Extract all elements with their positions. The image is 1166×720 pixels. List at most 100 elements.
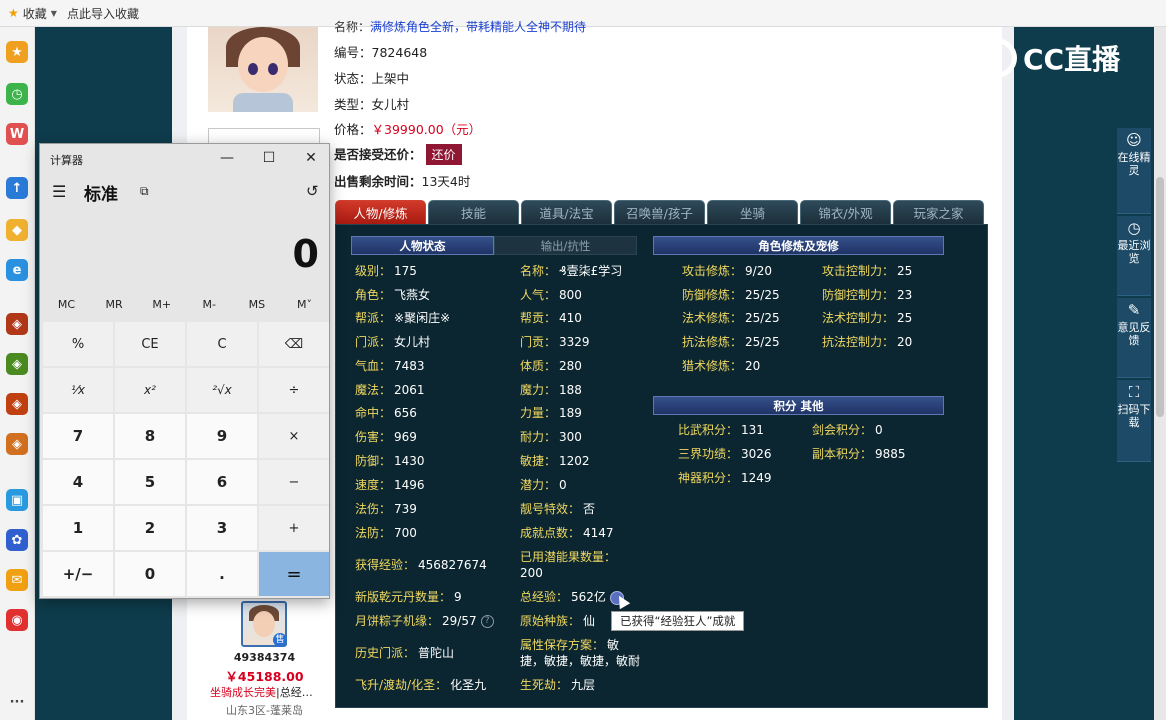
stat-value: 200	[520, 566, 543, 580]
app-icon-2[interactable]: ◈	[6, 353, 28, 375]
stat-key: 获得经验：	[355, 558, 416, 572]
close-button[interactable]: ✕	[296, 148, 326, 168]
maximize-button[interactable]: ☐	[254, 148, 284, 168]
keep-on-top-icon[interactable]: ⧉	[140, 184, 149, 199]
item-haggle: 是否接受还价： 还价	[334, 144, 462, 165]
seller-id: 49384374	[233, 651, 296, 664]
browser-icon[interactable]: e	[6, 259, 28, 281]
digit-8-button[interactable]: 8	[115, 414, 185, 458]
minimize-button[interactable]: —	[212, 148, 242, 168]
haggle-button[interactable]: 还价	[425, 144, 462, 165]
square-button[interactable]: x²	[115, 368, 185, 412]
mem-list-button[interactable]: M˅	[281, 298, 328, 311]
scan-download-button[interactable]: ⛶ 扫码下载	[1117, 380, 1151, 462]
avatar-eye-left	[248, 63, 258, 75]
stat-sword-points: 剑会积分： 0	[812, 423, 883, 438]
mem-store-button[interactable]: MS	[233, 298, 280, 311]
stat-value: 189	[559, 406, 582, 420]
stat-key: 法防：	[355, 526, 392, 540]
clock-icon: ◷	[1127, 219, 1141, 237]
tab-skills[interactable]: 技能	[428, 200, 519, 224]
tag-total-exp: 总经…	[279, 686, 313, 699]
stat-key: 新版乾元丹数量：	[355, 590, 452, 604]
import-label: 点此导入收藏	[66, 6, 139, 21]
weibo-icon[interactable]: ◉	[6, 609, 28, 631]
percent-button[interactable]: %	[43, 322, 113, 366]
mem-add-button[interactable]: M+	[138, 298, 185, 311]
stat-value: 300	[559, 430, 582, 444]
plus-button[interactable]: +	[259, 506, 329, 550]
video-icon[interactable]: ▣	[6, 489, 28, 511]
mail-icon[interactable]: ✉	[6, 569, 28, 591]
tab-pets[interactable]: 召唤兽/孩子	[614, 200, 705, 224]
stat-value: 800	[559, 288, 582, 302]
digit-0-button[interactable]: 0	[115, 552, 185, 596]
tab-items[interactable]: 道具/法宝	[521, 200, 612, 224]
digit-7-button[interactable]: 7	[43, 414, 113, 458]
import-bookmarks-link[interactable]: 点此导入收藏	[67, 5, 139, 22]
item-price: 价格：￥39990.00（元）	[334, 119, 481, 138]
digit-9-button[interactable]: 9	[187, 414, 257, 458]
stat-origin-race: 原始种族：仙	[520, 614, 595, 629]
paw-icon[interactable]: ✿	[6, 529, 28, 551]
app-icon-1[interactable]: ◈	[6, 313, 28, 335]
scrollbar-thumb[interactable]	[1156, 177, 1164, 417]
favorites-icon[interactable]: ★	[6, 41, 28, 63]
app-icon-4[interactable]: ◈	[6, 433, 28, 455]
stat-key: 帮派：	[355, 311, 392, 325]
browser-side-bar: ★ ◷ W ↑ ◆ e ◈ ◈ ◈ ◈ ▣ ✿ ✉ ◉ ···	[0, 27, 35, 720]
cc-live-logo: CC直播	[975, 38, 1120, 78]
seller-card[interactable]: 售 49384374 ￥45188.00 坐骑成长完美|总经… 山东3区-蓬莱岛	[206, 598, 323, 720]
upload-icon[interactable]: ↑	[6, 177, 28, 199]
stat-key: 神器积分：	[678, 471, 739, 485]
tab-home[interactable]: 玩家之家	[893, 200, 984, 224]
page-scrollbar[interactable]	[1154, 27, 1166, 720]
equals-button[interactable]: =	[259, 552, 329, 596]
clear-button[interactable]: C	[187, 322, 257, 366]
tab-outfits[interactable]: 锦衣/外观	[800, 200, 891, 224]
tab-mounts[interactable]: 坐骑	[707, 200, 798, 224]
backspace-button[interactable]: ⌫	[259, 322, 329, 366]
stat-total-exp: 总经验： 562亿	[520, 590, 624, 605]
online-assistant-button[interactable]: ☺ 在线精灵	[1117, 128, 1151, 214]
mem-recall-button[interactable]: MR	[91, 298, 138, 311]
minus-button[interactable]: −	[259, 460, 329, 504]
clear-entry-button[interactable]: CE	[115, 322, 185, 366]
mem-clear-button[interactable]: MC	[43, 298, 90, 311]
sqrt-button[interactable]: ²√x	[187, 368, 257, 412]
negate-button[interactable]: +/−	[43, 552, 113, 596]
stat-key: 攻击修炼：	[682, 264, 743, 278]
seller-avatar[interactable]: 售	[241, 601, 287, 647]
app-icon-3[interactable]: ◈	[6, 393, 28, 415]
help-icon[interactable]: ?	[480, 615, 494, 628]
bookmark-menu[interactable]: ★ 收藏 ▼	[8, 5, 57, 22]
digit-4-button[interactable]: 4	[43, 460, 113, 504]
reciprocal-button[interactable]: ¹⁄x	[43, 368, 113, 412]
digit-5-button[interactable]: 5	[115, 460, 185, 504]
multiply-button[interactable]: ×	[259, 414, 329, 458]
hamburger-menu-icon[interactable]: ☰	[52, 182, 66, 201]
mem-subtract-button[interactable]: M-	[186, 298, 233, 311]
more-icon[interactable]: ···	[6, 691, 28, 713]
stat-key: 比武积分：	[678, 423, 739, 437]
header-character-status[interactable]: 人物状态	[351, 236, 494, 255]
digit-2-button[interactable]: 2	[115, 506, 185, 550]
stat-value: 0	[875, 423, 883, 437]
stat-value: 4147	[583, 526, 614, 540]
clock-icon[interactable]: ◷	[6, 83, 28, 105]
game-icon[interactable]: ◆	[6, 219, 28, 241]
tab-character[interactable]: 人物/修炼	[335, 200, 426, 224]
document-icon[interactable]: W	[6, 123, 28, 145]
divide-button[interactable]: ÷	[259, 368, 329, 412]
stat-key: 总经验：	[520, 590, 569, 604]
calculator-title: 计算器	[50, 154, 83, 167]
recent-browse-button[interactable]: ◷ 最近浏览	[1117, 216, 1151, 296]
stat-value: ₰壹柒£学习	[559, 264, 623, 278]
header-output-resistance[interactable]: 输出/抗性	[494, 236, 637, 255]
digit-6-button[interactable]: 6	[187, 460, 257, 504]
digit-1-button[interactable]: 1	[43, 506, 113, 550]
digit-3-button[interactable]: 3	[187, 506, 257, 550]
feedback-button[interactable]: ✎ 意见反馈	[1117, 298, 1151, 378]
history-icon[interactable]: ↺	[306, 182, 319, 200]
decimal-button[interactable]: .	[187, 552, 257, 596]
